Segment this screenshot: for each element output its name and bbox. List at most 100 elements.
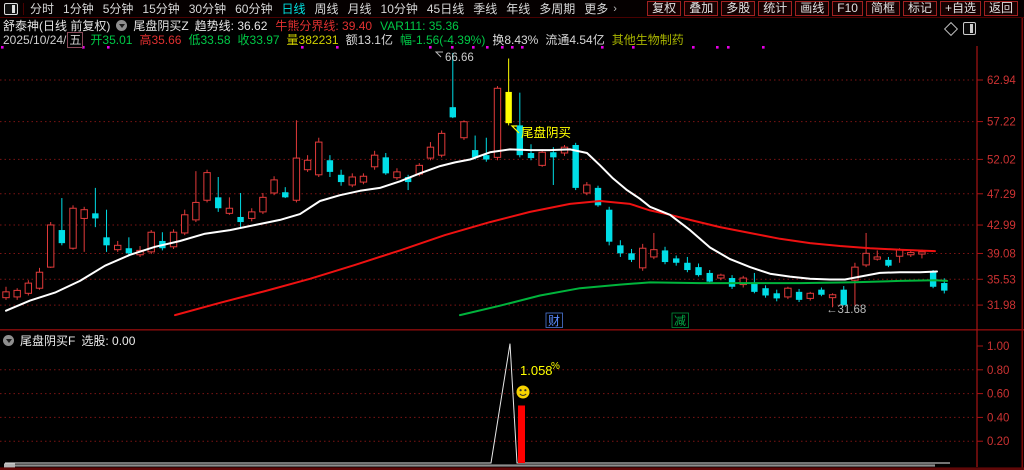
price-axis-label: 31.98 xyxy=(987,300,1016,312)
candle-body xyxy=(437,132,446,156)
period-tab-日线[interactable]: 日线 xyxy=(281,0,305,17)
candle-body xyxy=(784,287,792,298)
diamond-icon[interactable] xyxy=(943,21,959,36)
candle-body xyxy=(493,87,502,158)
quote-field: 换8.43% xyxy=(492,32,539,47)
period-tab-多周期[interactable]: 多周期 xyxy=(539,0,575,17)
period-tab-周线[interactable]: 周线 xyxy=(314,0,338,17)
candle-body xyxy=(862,252,870,266)
candle-body xyxy=(359,175,368,183)
right-border xyxy=(1021,18,1024,470)
period-tab-10分钟[interactable]: 10分钟 xyxy=(381,0,418,17)
selector-line xyxy=(5,343,950,464)
scrollbar-thumb-cap[interactable] xyxy=(4,463,15,468)
signal-annotation: 尾盘阴买 xyxy=(521,125,571,140)
toolbar-button-复权[interactable]: 复权 xyxy=(647,1,682,16)
candle-body xyxy=(370,154,379,168)
toolbar-button-叠加[interactable]: 叠加 xyxy=(684,1,719,16)
more-chevron-icon: › xyxy=(613,2,617,15)
candle-body xyxy=(918,251,926,255)
sub-indicator-header: 尾盘阴买F 选股: 0.00 xyxy=(3,332,135,349)
toolbar-button-F10[interactable]: F10 xyxy=(832,1,863,16)
period-tab-60分钟[interactable]: 60分钟 xyxy=(235,0,272,17)
candle-body xyxy=(24,282,33,294)
candle-body xyxy=(282,192,289,198)
high-arrow-icon xyxy=(434,51,443,58)
toolbar-button-+自选[interactable]: +自选 xyxy=(939,1,981,16)
sub-axis-label: 1.00 xyxy=(987,341,1009,353)
toolbar-button-简框[interactable]: 简框 xyxy=(865,1,900,16)
period-toolbar: 分时 1分钟 5分钟 15分钟 30分钟 60分钟 日线 周线 月线 10分钟 45日线 季线 年线 多周… xyxy=(0,0,1024,18)
horizontal-scrollbar[interactable] xyxy=(15,464,935,467)
candle-body xyxy=(393,171,401,179)
toolbar-button-统计[interactable]: 统计 xyxy=(758,1,793,16)
pane-corner-icons xyxy=(943,21,976,36)
sub-indicator-field: 选股: 0.00 xyxy=(81,334,136,348)
candle-body xyxy=(695,267,702,276)
period-tab-更多[interactable]: 更多 xyxy=(584,0,608,17)
period-tab-年线[interactable]: 年线 xyxy=(506,0,530,17)
quote-field: 流通4.54亿 xyxy=(545,32,605,47)
candle-body xyxy=(795,291,803,300)
quote-field: 收33.97 xyxy=(237,32,280,47)
ma-line-VAR111 xyxy=(459,279,948,317)
candle-body xyxy=(873,256,881,260)
charts-canvas[interactable]: 62.94 57.22 52.02 47.29 42.99 39.08 35.53 31.98… xyxy=(0,0,1024,470)
candle-body xyxy=(326,160,334,172)
sub-axis-label: 0.80 xyxy=(987,365,1009,377)
sub-axis-label: 0.40 xyxy=(987,412,1009,424)
candle-body xyxy=(337,174,345,183)
candle-body xyxy=(828,294,837,299)
period-tab-分时[interactable]: 分时 xyxy=(30,0,54,17)
quote-field: 其他生物制药 xyxy=(611,32,684,47)
candle-body xyxy=(2,291,10,299)
collapse-chevron-icon[interactable] xyxy=(3,335,14,346)
candle-body xyxy=(617,245,624,254)
period-tabs: 分时 1分钟 5分钟 15分钟 30分钟 60分钟 日线 周线 月线 10分钟 45日线 季线 年线 多周… xyxy=(30,0,617,17)
price-axis-label: 47.29 xyxy=(987,189,1016,201)
quote-field: 额13.1亿 xyxy=(345,32,393,47)
candle-body xyxy=(550,152,557,158)
collapse-chevron-icon[interactable] xyxy=(116,19,128,31)
candle-body xyxy=(941,283,948,291)
toolbar-button-多股[interactable]: 多股 xyxy=(721,1,756,16)
candle-body xyxy=(460,121,468,139)
period-tab-5分钟[interactable]: 5分钟 xyxy=(103,0,134,17)
toolbar-button-标记[interactable]: 标记 xyxy=(902,1,937,16)
period-tab-月线[interactable]: 月线 xyxy=(348,0,372,17)
period-tab-30分钟[interactable]: 30分钟 xyxy=(189,0,226,17)
quote-field: 高35.66 xyxy=(139,32,182,47)
toolbar-button-返回[interactable]: 返回 xyxy=(983,1,1018,16)
candle-body xyxy=(650,249,658,258)
price-axis-label: 35.53 xyxy=(987,274,1016,286)
candle-body xyxy=(248,211,256,219)
high-annotation: 66.66 xyxy=(445,52,474,64)
candle-body xyxy=(773,293,780,299)
candle-body xyxy=(125,248,133,254)
toolbar-divider xyxy=(23,2,24,15)
candle-body xyxy=(58,230,66,244)
toolbar-button-画线[interactable]: 画线 xyxy=(795,1,830,16)
sub-indicator-name[interactable]: 尾盘阴买F xyxy=(20,332,75,349)
period-tab-季线[interactable]: 季线 xyxy=(473,0,497,17)
candle-body xyxy=(426,146,435,159)
sub-axis-label: 0.60 xyxy=(987,389,1009,401)
info-dot xyxy=(762,46,765,49)
info-dot xyxy=(727,46,730,49)
candle-body xyxy=(382,157,389,174)
toolbar-buttons: 复权 叠加 多股 统计 画线 F10 简框 标记 +自选 返回 xyxy=(647,1,1018,16)
period-tab-45日线[interactable]: 45日线 xyxy=(427,0,464,17)
period-tab-1分钟[interactable]: 1分钟 xyxy=(63,0,94,17)
candle-body xyxy=(717,274,725,279)
candle-body xyxy=(684,262,691,271)
spike-percent-label: % xyxy=(551,361,560,372)
candle-body xyxy=(594,187,602,206)
candle-body xyxy=(92,213,99,219)
price-axis-label: 57.22 xyxy=(987,117,1016,129)
smiley-eye xyxy=(524,389,527,392)
period-tab-15分钟[interactable]: 15分钟 xyxy=(142,0,179,17)
candle-body xyxy=(628,253,635,260)
window-layout-icon[interactable] xyxy=(4,2,18,15)
pane-maximize-icon[interactable] xyxy=(963,22,976,35)
event-marker: 财 xyxy=(548,314,560,328)
